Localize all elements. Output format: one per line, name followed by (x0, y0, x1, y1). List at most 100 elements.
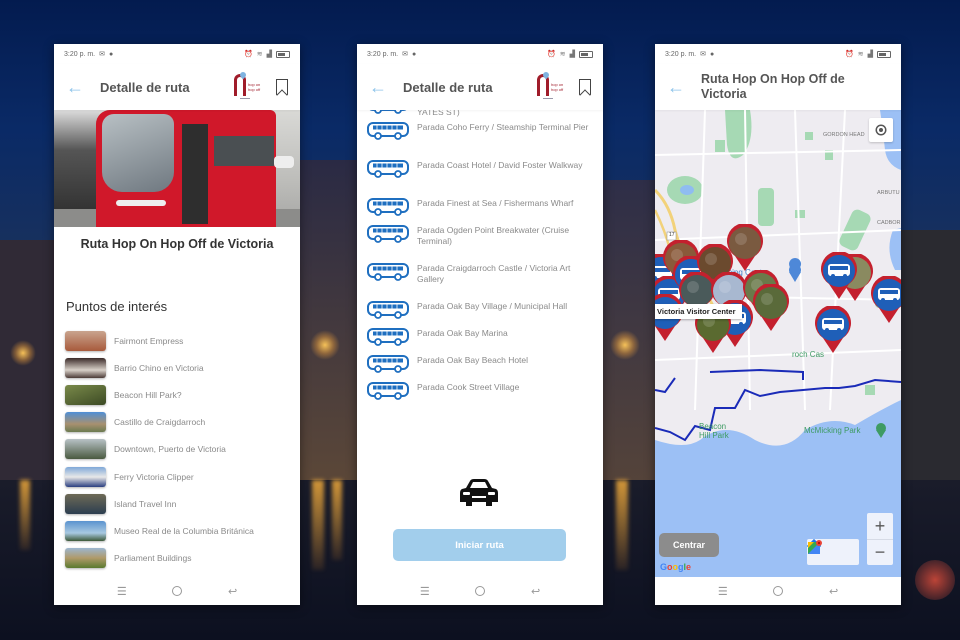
mail-icon: ✉ (402, 51, 409, 58)
bus-icon (367, 198, 409, 216)
zoom-in-button[interactable]: + (867, 513, 893, 539)
menu-icon[interactable]: ☰ (420, 585, 430, 598)
menu-icon[interactable]: ☰ (718, 585, 728, 598)
route-hero-image (54, 110, 300, 227)
stop-item[interactable]: Parada Cook Street Village (367, 380, 595, 407)
wifi-icon: ≋ (559, 51, 566, 58)
home-icon[interactable] (172, 586, 183, 596)
center-button[interactable]: Centrar (659, 533, 719, 557)
bus-icon (367, 122, 409, 140)
poi-item[interactable]: Castillo de Craigdarroch (65, 409, 292, 436)
poi-label: Island Travel Inn (114, 498, 177, 509)
map-base (655, 110, 901, 577)
poi-pin[interactable] (725, 224, 765, 272)
phone-route-detail: 3:20 p. m. ✉ ● ⏰ ≋ ▟ ← Detalle de ruta hop o… (54, 44, 300, 605)
stop-label: Parada Oak Bay Village / Municipal Hall (417, 301, 568, 311)
back-arrow-icon[interactable]: ← (66, 78, 100, 96)
signal-icon: ▟ (266, 51, 272, 58)
poi-thumbnail (65, 466, 106, 487)
page-title: Detalle de ruta (403, 79, 493, 95)
mail-icon: ✉ (99, 51, 106, 58)
battery-icon (276, 50, 290, 58)
route-map[interactable]: GORDON HEAD ARBUTU CADBOR Saanich Core H… (655, 110, 901, 577)
bus-icon (367, 225, 409, 243)
poi-item[interactable]: Island Travel Inn (65, 490, 292, 517)
car-icon (460, 479, 498, 506)
poi-thumbnail (65, 412, 106, 433)
poi-item[interactable]: Barrio Chino en Victoria (65, 354, 292, 381)
stop-item[interactable]: Parada Ogden Point Breakwater (Cruise Te… (367, 223, 595, 261)
poi-label: Castillo de Craigdarroch (114, 417, 206, 428)
back-icon[interactable]: ↩ (531, 585, 540, 598)
status-time: 3:20 p. m. (665, 50, 697, 58)
google-maps-icon[interactable] (808, 539, 859, 565)
signal-icon: ▟ (569, 51, 575, 58)
home-icon[interactable] (773, 586, 784, 596)
poi-thumbnail (65, 330, 106, 351)
poi-label: Ferry Victoria Clipper (114, 471, 194, 482)
system-nav-bar: ☰ ↩ (655, 577, 901, 605)
back-arrow-icon[interactable]: ← (667, 78, 701, 96)
hop-on-hop-off-logo: hop on hop off (232, 70, 268, 102)
visitor-center-infowindow[interactable]: Victoria Visitor Center (655, 304, 742, 319)
poi-item[interactable]: Museo Real de la Columbia Británica (65, 517, 292, 544)
home-icon[interactable] (475, 586, 486, 596)
bookmark-icon[interactable] (579, 79, 591, 95)
map-toolbar (807, 539, 859, 565)
phone-route-map: 3:20 p. m. ✉ ● ⏰ ≋ ▟ ← Ruta Hop On Hop Off d… (655, 44, 901, 605)
map-label-arbutus: ARBUTU (877, 190, 900, 196)
menu-icon[interactable]: ☰ (117, 585, 127, 598)
start-route-button[interactable]: Iniciar ruta (393, 529, 566, 561)
bus-stop-pin[interactable] (869, 276, 901, 324)
back-icon[interactable]: ↩ (829, 585, 838, 598)
stop-label: Parada Cook Street Village (417, 382, 520, 392)
poi-label: Fairmont Empress (114, 335, 184, 346)
poi-item[interactable]: Parliament Buildings (65, 545, 292, 572)
stop-item[interactable]: Parada Craigdarroch Castle / Victoria Ar… (367, 261, 595, 299)
poi-item[interactable]: Fairmont Empress (65, 327, 292, 354)
stop-item[interactable]: Parada Coast Hotel / David Foster Walkwa… (367, 158, 595, 196)
poi-item[interactable]: Ferry Victoria Clipper (65, 463, 292, 490)
stop-item[interactable]: Parada Oak Bay Marina (367, 326, 595, 353)
bus-stop-pin[interactable] (819, 252, 859, 300)
poi-pin[interactable] (751, 284, 791, 332)
map-label-gordon-head: GORDON HEAD (823, 132, 865, 138)
stop-item[interactable]: Parada Finest at Sea / Fishermans Wharf (367, 196, 595, 223)
bus-icon (367, 328, 409, 346)
back-icon[interactable]: ↩ (228, 585, 237, 598)
bookmark-icon[interactable] (276, 79, 288, 95)
signal-icon: ▟ (867, 51, 873, 58)
poi-label: Downtown, Puerto de Victoria (114, 444, 226, 455)
system-nav-bar: ☰ ↩ (54, 577, 300, 605)
battery-icon (579, 50, 593, 58)
hop-on-hop-off-logo: hop on hop off (535, 70, 571, 102)
wifi-icon: ≋ (857, 51, 864, 58)
stop-label: Parada Coho Ferry / Steamship Terminal P… (417, 122, 589, 132)
google-logo: Google (660, 562, 692, 572)
status-time: 3:20 p. m. (367, 50, 399, 58)
stop-item[interactable]: Parada Coho Ferry / Steamship Terminal P… (367, 120, 595, 158)
poi-item[interactable]: Beacon Hill Park? (65, 381, 292, 408)
stop-item[interactable]: Parada Oak Bay Beach Hotel (367, 353, 595, 380)
poi-thumbnail (65, 493, 106, 514)
stop-label: Parada Coast Hotel / David Foster Walkwa… (417, 160, 583, 170)
status-bar: 3:20 p. m. ✉ ● ⏰ ≋ ▟ (54, 44, 300, 64)
map-label-highway: 17 (669, 232, 675, 238)
zoom-out-button[interactable]: − (867, 539, 893, 565)
alarm-icon: ⏰ (547, 51, 556, 58)
bus-icon (367, 160, 409, 178)
app-bar: ← Detalle de ruta hop on hop off (54, 64, 300, 110)
page-title: Detalle de ruta (100, 79, 190, 95)
dot-icon: ● (109, 50, 114, 58)
bus-stop-pin[interactable] (813, 306, 853, 354)
poi-label: Museo Real de la Columbia Británica (114, 525, 254, 536)
stop-item[interactable]: Parada Oak Bay Village / Municipal Hall (367, 299, 595, 326)
poi-item[interactable]: Downtown, Puerto de Victoria (65, 436, 292, 463)
my-location-button[interactable] (869, 118, 893, 142)
poi-thumbnail (65, 520, 106, 541)
poi-thumbnail (65, 439, 106, 460)
poi-thumbnail (65, 357, 106, 378)
back-arrow-icon[interactable]: ← (369, 78, 403, 96)
poi-label: Barrio Chino en Victoria (114, 362, 204, 373)
dot-icon: ● (710, 50, 715, 58)
